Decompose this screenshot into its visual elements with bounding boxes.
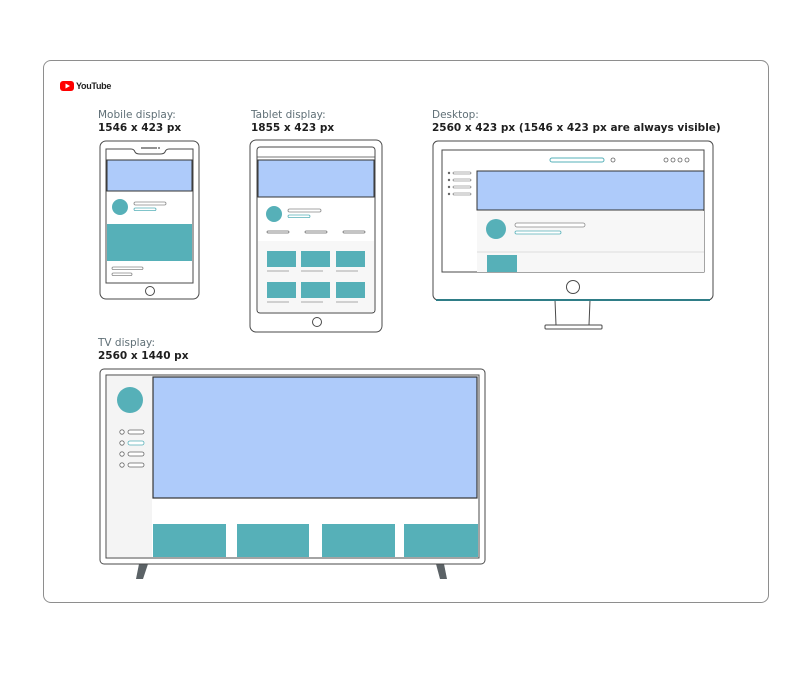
mobile-video-block	[107, 224, 192, 261]
tablet-thumb	[267, 282, 296, 298]
tablet-tab-3	[342, 230, 366, 234]
tablet-thumb-text	[301, 301, 323, 303]
mobile-line-1	[111, 266, 144, 270]
mobile-title-line	[133, 201, 167, 206]
mobile-avatar	[112, 199, 128, 215]
tablet-thumb-text	[336, 301, 358, 303]
tv-leg-left	[136, 564, 148, 579]
tablet-thumb	[301, 282, 330, 298]
desktop-header-icon	[670, 157, 676, 163]
desktop-header-icon	[684, 157, 690, 163]
tablet-tab-1	[266, 230, 290, 234]
desktop-stand	[554, 299, 591, 326]
tablet-tab-2	[304, 230, 328, 234]
tablet-thumb-text	[336, 270, 358, 272]
mobile-camera	[158, 147, 160, 149]
tablet-home-button	[312, 317, 322, 327]
device-illustrations	[99, 139, 714, 579]
tablet-thumb	[336, 251, 365, 267]
tablet-device	[249, 139, 383, 333]
desktop-title-line	[514, 222, 586, 228]
tablet-thumb-text	[301, 270, 323, 272]
mobile-line-2	[111, 272, 133, 276]
desktop-power-button	[566, 280, 580, 294]
desktop-search-icon	[610, 157, 616, 163]
desktop-device	[432, 140, 714, 330]
tablet-title-line	[287, 208, 322, 213]
mobile-home-button	[145, 286, 155, 296]
tablet-thumb-text	[267, 301, 289, 303]
desktop-header-icon	[663, 157, 669, 163]
desktop-search-bar	[549, 157, 605, 163]
desktop-avatar	[486, 219, 506, 239]
tv-thumb	[153, 524, 226, 557]
mobile-banner	[106, 159, 193, 192]
desktop-header-icon	[677, 157, 683, 163]
tv-device	[99, 368, 486, 579]
tv-avatar	[117, 387, 143, 413]
tablet-banner	[257, 159, 375, 198]
tv-thumb	[322, 524, 395, 557]
desktop-banner	[476, 170, 705, 211]
desktop-thumb	[487, 255, 517, 272]
tv-thumb	[404, 524, 478, 557]
desktop-sub-line	[514, 230, 562, 235]
tablet-thumb	[301, 251, 330, 267]
mobile-sub-line	[133, 207, 157, 211]
tv-leg-right	[436, 564, 447, 579]
tablet-thumb	[267, 251, 296, 267]
tv-banner	[152, 376, 478, 499]
tablet-avatar	[266, 206, 282, 222]
mobile-device	[99, 140, 200, 300]
tablet-thumb-text	[267, 270, 289, 272]
tv-thumb	[237, 524, 309, 557]
desktop-stand-base	[544, 324, 603, 330]
tablet-thumb	[336, 282, 365, 298]
tablet-sub-line	[287, 214, 311, 218]
